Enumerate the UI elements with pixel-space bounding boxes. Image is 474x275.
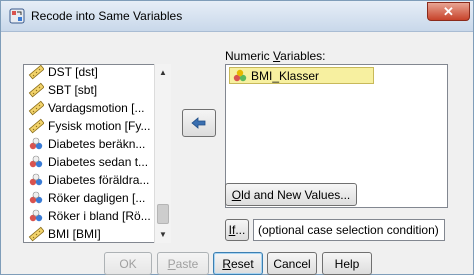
scroll-thumb[interactable] bbox=[157, 204, 169, 224]
variable-label: Röker i bland [Rö... bbox=[48, 209, 151, 223]
nominal-circles-icon bbox=[29, 155, 43, 168]
variable-list-item[interactable]: Röker dagligen [... bbox=[28, 189, 145, 207]
ok-button[interactable]: OK bbox=[104, 252, 152, 275]
source-list-scrollbar[interactable]: ▲ ▼ bbox=[154, 64, 171, 243]
case-selection-condition: (optional case selection condition) bbox=[253, 219, 445, 241]
variable-list-item[interactable]: Fysisk motion [Fy... bbox=[28, 117, 150, 135]
selected-variable-label: BMI_Klasser bbox=[251, 68, 320, 83]
scale-ruler-icon bbox=[28, 118, 44, 134]
variable-list-item[interactable]: Diabetes sedan t... bbox=[28, 153, 148, 171]
help-button[interactable]: Help bbox=[322, 252, 372, 275]
scale-ruler-icon bbox=[28, 82, 44, 98]
source-variable-list[interactable]: DST [dst] SBT [sbt] Vardagsmotion [... Fysi… bbox=[23, 64, 162, 243]
variable-label: SBT [sbt] bbox=[48, 83, 98, 97]
variable-label: Vardagsmotion [... bbox=[48, 101, 145, 115]
title-bar[interactable]: Recode into Same Variables ✕ bbox=[1, 1, 473, 32]
variable-list-item[interactable]: BMI [BMI] bbox=[28, 225, 101, 242]
scale-ruler-icon bbox=[28, 100, 44, 116]
variable-label: Fysisk motion [Fy... bbox=[48, 119, 151, 133]
cancel-button[interactable]: Cancel bbox=[267, 252, 317, 275]
variable-list-item[interactable]: SBT [sbt] bbox=[28, 81, 97, 99]
old-and-new-values-button[interactable]: Old and New Values... bbox=[225, 183, 357, 206]
if-button[interactable]: If... bbox=[225, 219, 249, 241]
nominal-circles-icon bbox=[29, 191, 43, 204]
numeric-variables-label: Numeric Variables: bbox=[225, 49, 326, 63]
variable-list-item[interactable]: DST [dst] bbox=[28, 65, 98, 81]
close-icon: ✕ bbox=[443, 3, 454, 19]
nominal-circles-icon bbox=[29, 137, 43, 150]
variable-label: Diabetes sedan t... bbox=[48, 155, 149, 169]
variable-list-item[interactable]: Diabetes föräldra... bbox=[28, 171, 149, 189]
paste-button[interactable]: Paste bbox=[157, 252, 209, 275]
scroll-down-arrow-icon[interactable]: ▼ bbox=[155, 226, 171, 242]
variable-list-item[interactable]: Röker i bland [Rö... bbox=[28, 207, 151, 225]
variable-label: DST [dst] bbox=[48, 65, 98, 79]
nominal-circles-icon bbox=[29, 173, 43, 186]
recode-app-icon bbox=[9, 8, 25, 24]
close-button[interactable]: ✕ bbox=[427, 2, 470, 21]
variable-list-item[interactable]: Vardagsmotion [... bbox=[28, 99, 145, 117]
nominal-circles-icon bbox=[29, 209, 43, 222]
variable-label: Diabetes beräkn... bbox=[48, 137, 146, 151]
scroll-up-arrow-icon[interactable]: ▲ bbox=[155, 64, 171, 80]
move-to-target-button[interactable] bbox=[182, 109, 216, 137]
window-title: Recode into Same Variables bbox=[31, 9, 183, 23]
scale-ruler-icon bbox=[28, 65, 44, 80]
reset-button[interactable]: Reset bbox=[213, 252, 263, 275]
variable-list-item[interactable]: Diabetes beräkn... bbox=[28, 135, 145, 153]
recode-dialog: Recode into Same Variables ✕ DST [dst] SB… bbox=[0, 0, 474, 275]
variable-label: Röker dagligen [... bbox=[48, 191, 146, 205]
variable-label: BMI [BMI] bbox=[48, 227, 101, 241]
variable-label: Diabetes föräldra... bbox=[48, 173, 150, 187]
selected-variable-item[interactable]: BMI_Klasser bbox=[229, 67, 374, 84]
left-arrow-icon bbox=[191, 117, 206, 129]
scale-ruler-icon bbox=[28, 226, 44, 242]
ordinal-bars-icon bbox=[233, 69, 247, 81]
condition-text: (optional case selection condition) bbox=[258, 223, 439, 237]
